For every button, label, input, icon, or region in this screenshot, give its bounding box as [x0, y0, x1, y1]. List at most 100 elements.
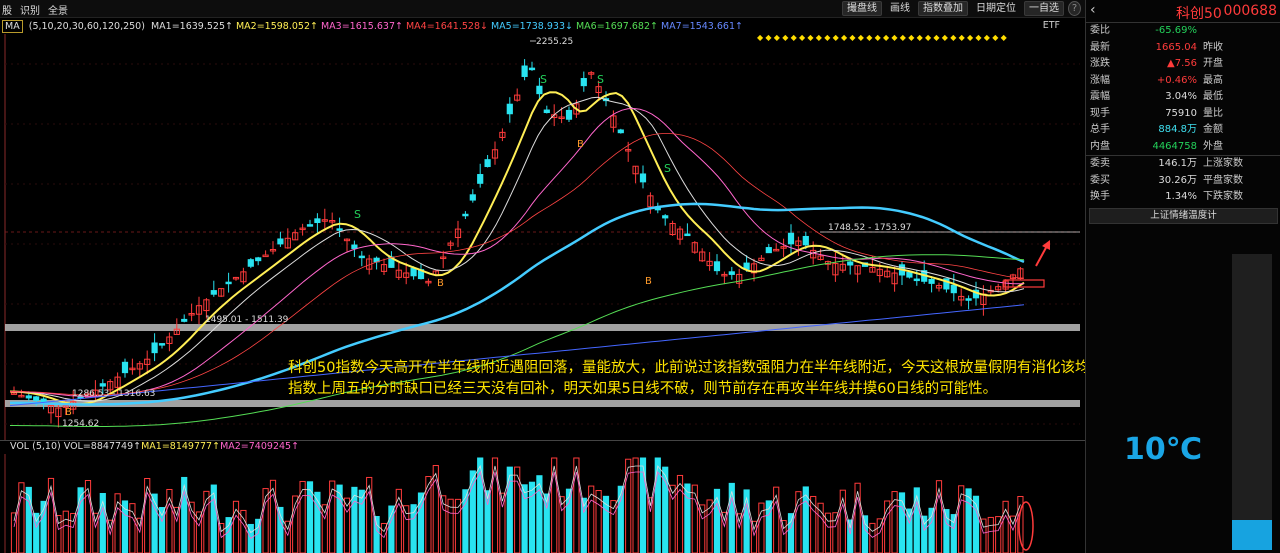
buy-signal-label: B [437, 278, 444, 289]
volume-bar [995, 516, 1002, 553]
nav-item-stock[interactable]: 股 [2, 2, 12, 17]
signal-diamond: ◆ [782, 34, 789, 42]
volume-bar [395, 488, 402, 553]
volume-bar [854, 482, 861, 553]
quote-label: 最新 [1090, 41, 1110, 53]
quote-value: 30.26万 [1158, 174, 1197, 186]
temperature-value: 10℃ [1124, 432, 1203, 467]
volume-bar [18, 482, 25, 553]
index-overlay-dropdown[interactable]: 指数叠加 [918, 1, 968, 16]
volume-bar [691, 484, 698, 553]
quote-label-right: 最低 [1203, 91, 1223, 102]
candle-body [728, 271, 735, 275]
ma-indicator-bar: MA (5,10,20,30,60,120,250) MA1=1639.525↑… [0, 18, 1085, 34]
candle-body [358, 255, 365, 259]
volume-bar [906, 508, 913, 553]
quote-row: 总手 884.8万 金额 [1086, 122, 1280, 139]
candle-body [306, 224, 314, 227]
candle-type-dropdown[interactable]: 撮盘线 [842, 1, 882, 16]
quote-row: 委比 -65.69% [1086, 23, 1280, 40]
volume-chart[interactable] [0, 454, 1085, 553]
candle-body [484, 159, 491, 168]
etf-label[interactable]: ETF [1043, 20, 1060, 31]
signal-diamond: ◆ [900, 34, 907, 42]
candle-body [528, 67, 536, 71]
candle-body [262, 254, 269, 258]
signal-diamond: ◆ [774, 34, 781, 42]
candle-body [181, 318, 188, 322]
nav-item-overview[interactable]: 全景 [48, 2, 68, 17]
volume-bar [240, 509, 247, 553]
temperature-gauge [1232, 254, 1272, 550]
volume-bar [913, 487, 920, 553]
volume-bar [33, 512, 40, 553]
date-locate-button[interactable]: 日期定位 [972, 2, 1020, 15]
index-name: 科创50 [1176, 6, 1222, 22]
candle-body [662, 215, 669, 219]
quote-row: 委卖 146.1万 上涨家数 [1086, 156, 1280, 173]
candle-body [247, 259, 254, 267]
quote-label-right: 平盘家数 [1203, 174, 1243, 186]
quote-value: 1665.04 [1155, 41, 1197, 53]
volume-bar [684, 483, 691, 553]
volume-bar [832, 512, 839, 553]
quote-label-right: 金额 [1203, 124, 1223, 135]
signal-diamond: ◆ [841, 34, 848, 42]
volume-bar [432, 465, 439, 553]
quote-label-right: 上涨家数 [1203, 158, 1243, 169]
volume-bar [181, 476, 188, 553]
signal-diamond: ◆ [984, 34, 991, 42]
signal-diamond: ◆ [824, 34, 831, 42]
ma-selector[interactable]: MA [2, 20, 23, 33]
candle-body [506, 103, 513, 115]
candle-body [536, 85, 543, 95]
quote-value: 146.1万 [1158, 158, 1197, 169]
signal-diamond: ◆ [891, 34, 898, 42]
volume-bar [336, 484, 343, 553]
signal-diamond: ◆ [866, 34, 873, 42]
sentiment-thermometer-button[interactable]: 上证情绪温度计 [1089, 207, 1278, 224]
quote-label: 委买 [1090, 174, 1110, 186]
volume-bar [70, 512, 77, 553]
candle-body [336, 228, 343, 231]
candle-body [255, 257, 262, 262]
signal-diamond: ◆ [925, 34, 932, 42]
signal-diamond: ◆ [833, 34, 840, 42]
quote-value: 4464758 [1152, 140, 1197, 152]
signal-diamond: ◆ [908, 34, 915, 42]
candle-body [462, 213, 469, 217]
quote-label-right: 昨收 [1203, 41, 1223, 53]
quote-label: 内盘 [1090, 140, 1110, 152]
candle-body [314, 218, 321, 224]
volume-bar [84, 480, 92, 553]
watchlist-dropdown[interactable]: 一自选 [1024, 1, 1064, 16]
candle-body [950, 284, 957, 294]
quote-value: -65.69% [1155, 25, 1197, 36]
quote-row: 最新 1665.04 昨收 [1086, 40, 1280, 57]
volume-bar [166, 488, 173, 553]
volume-bar [269, 479, 277, 553]
volume-bar [47, 477, 55, 553]
candle-body [351, 244, 358, 249]
vol-selector[interactable]: VOL [10, 441, 29, 452]
signal-diamond: ◆ [950, 34, 957, 42]
draw-line-button[interactable]: 画线 [886, 2, 914, 15]
candle-body [99, 383, 106, 387]
nav-item-recognize[interactable]: 识别 [20, 2, 40, 17]
ma-periods: (5,10,20,30,60,120,250) [28, 21, 145, 32]
signal-diamond: ◆ [992, 34, 999, 42]
volume-bar [647, 497, 654, 553]
volume-bar [1009, 515, 1017, 553]
candle-body [121, 361, 129, 374]
sell-signal-label: S [597, 73, 604, 86]
quote-row: 涨幅 +0.46% 最高 [1086, 73, 1280, 90]
signal-diamond: ◆ [807, 34, 814, 42]
volume-bar [25, 486, 32, 553]
buy-signal-label: B [645, 276, 652, 287]
help-icon[interactable]: ? [1068, 1, 1081, 16]
back-chevron-icon[interactable]: ‹ [1090, 2, 1096, 18]
signal-diamond: ◆ [791, 34, 798, 42]
signal-diamond: ◆ [816, 34, 823, 42]
candle-body [787, 232, 795, 245]
high-label: 2255.25 [536, 37, 573, 47]
